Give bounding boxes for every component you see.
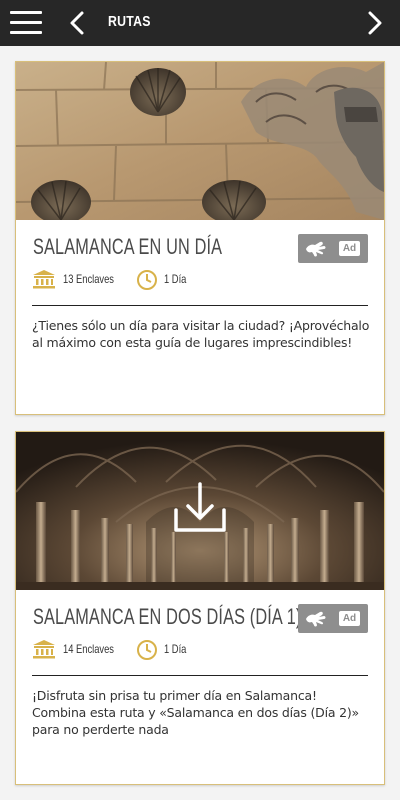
route-meta: 13 Enclaves 1 Día	[32, 267, 372, 291]
route-card-salamanca-dos-dias-1[interactable]: SALAMANCA EN DOS DÍAS (DÍA 1) Ad 14 Encl…	[15, 431, 385, 785]
accessibility-hand-icon	[306, 241, 326, 257]
monument-icon	[33, 270, 55, 289]
clock-icon	[137, 270, 157, 290]
route-description: ¿Tienes sólo un día para visitar la ciud…	[32, 318, 370, 350]
hamburger-menu-icon[interactable]	[10, 11, 42, 35]
route-duration: 1 Día	[164, 642, 187, 656]
route-title[interactable]: SALAMANCA EN DOS DÍAS (DÍA 1)	[33, 604, 301, 630]
page-title: RUTAS	[108, 13, 151, 30]
divider	[32, 675, 368, 676]
chevron-left-icon[interactable]	[66, 9, 88, 37]
enclaves-count: 13 Enclaves	[63, 272, 114, 286]
route-description: ¡Disfruta sin prisa tu primer día en Sal…	[32, 688, 359, 737]
enclaves-count: 14 Enclaves	[63, 642, 114, 656]
route-title[interactable]: SALAMANCA EN UN DÍA	[33, 234, 222, 260]
top-app-bar: RUTAS	[0, 0, 400, 46]
route-badges: Ad	[298, 234, 368, 263]
route-badges: Ad	[298, 604, 368, 633]
divider	[32, 305, 368, 306]
route-meta: 14 Enclaves 1 Día	[32, 637, 372, 661]
chevron-right-icon[interactable]	[364, 9, 386, 37]
route-card-salamanca-un-dia[interactable]: SALAMANCA EN UN DÍA Ad 13 Enclaves 1 Día…	[15, 61, 385, 415]
monument-icon	[33, 640, 55, 659]
route-image-cloister[interactable]	[16, 432, 384, 590]
route-duration: 1 Día	[164, 272, 187, 286]
audio-description-badge: Ad	[339, 611, 360, 626]
accessibility-hand-icon	[306, 611, 326, 627]
audio-description-badge: Ad	[339, 241, 360, 256]
clock-icon	[137, 640, 157, 660]
route-image-stone-wall[interactable]	[16, 62, 384, 220]
